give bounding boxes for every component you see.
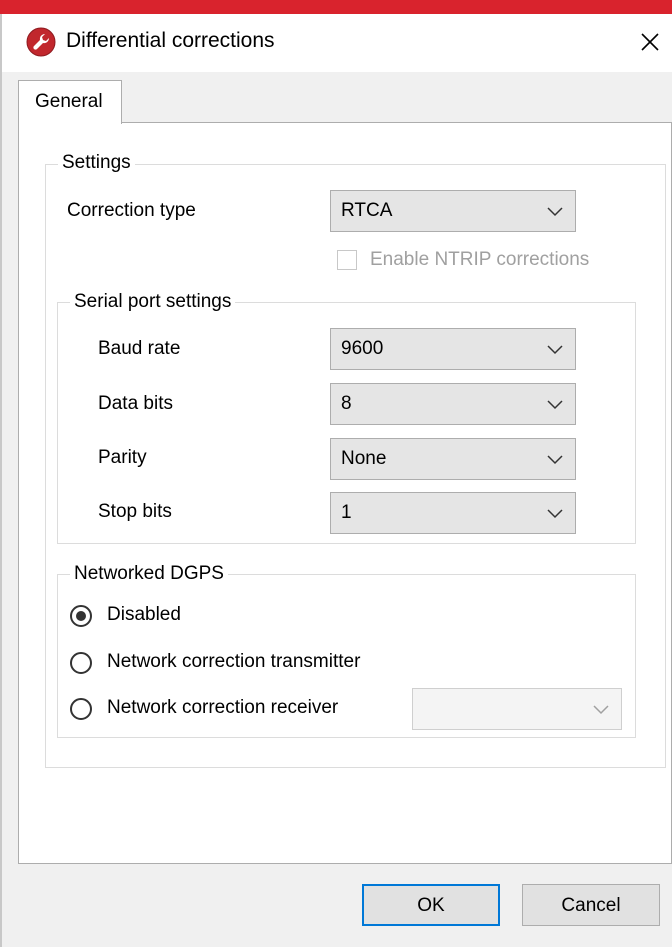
radio-disabled[interactable] [70,605,92,627]
chevron-down-icon [547,509,563,519]
stop-bits-select[interactable]: 1 [330,492,576,534]
chevron-down-icon [547,455,563,465]
radio-network-transmitter[interactable] [70,652,92,674]
data-bits-label: Data bits [98,393,173,414]
cancel-button[interactable]: Cancel [522,884,660,926]
radio-network-transmitter-label: Network correction transmitter [107,651,361,672]
app-wrench-icon [26,27,56,57]
stop-bits-value: 1 [341,502,352,523]
radio-network-receiver-label: Network correction receiver [107,697,339,718]
chevron-down-icon [547,345,563,355]
tab-general-label: General [35,91,103,112]
tab-general[interactable]: General [18,80,122,124]
baud-rate-select[interactable]: 9600 [330,328,576,370]
close-icon[interactable] [628,20,672,64]
chevron-down-icon [547,400,563,410]
ok-button[interactable]: OK [362,884,500,926]
baud-rate-label: Baud rate [98,338,181,359]
radio-disabled-label: Disabled [107,604,181,625]
settings-group-title: Settings [58,152,135,174]
radio-selected-dot [76,611,86,621]
window-title: Differential corrections [66,29,275,52]
correction-type-label: Correction type [67,200,196,221]
ntrip-checkbox-label: Enable NTRIP corrections [370,249,590,270]
correction-type-select[interactable]: RTCA [330,190,576,232]
parity-label: Parity [98,447,147,468]
ntrip-checkbox[interactable] [337,250,357,270]
window-left-border [0,14,2,947]
serial-port-group-title: Serial port settings [70,291,236,313]
radio-network-receiver[interactable] [70,698,92,720]
baud-rate-value: 9600 [341,338,384,359]
parity-value: None [341,448,387,469]
data-bits-select[interactable]: 8 [330,383,576,425]
data-bits-value: 8 [341,393,352,414]
parity-select[interactable]: None [330,438,576,480]
networked-dgps-group-title: Networked DGPS [70,563,228,585]
chevron-down-icon [547,207,563,217]
correction-type-value: RTCA [341,200,393,221]
network-receiver-select[interactable] [412,688,622,730]
window-accent-bar [0,0,672,14]
chevron-down-icon [593,705,609,715]
stop-bits-label: Stop bits [98,501,172,522]
